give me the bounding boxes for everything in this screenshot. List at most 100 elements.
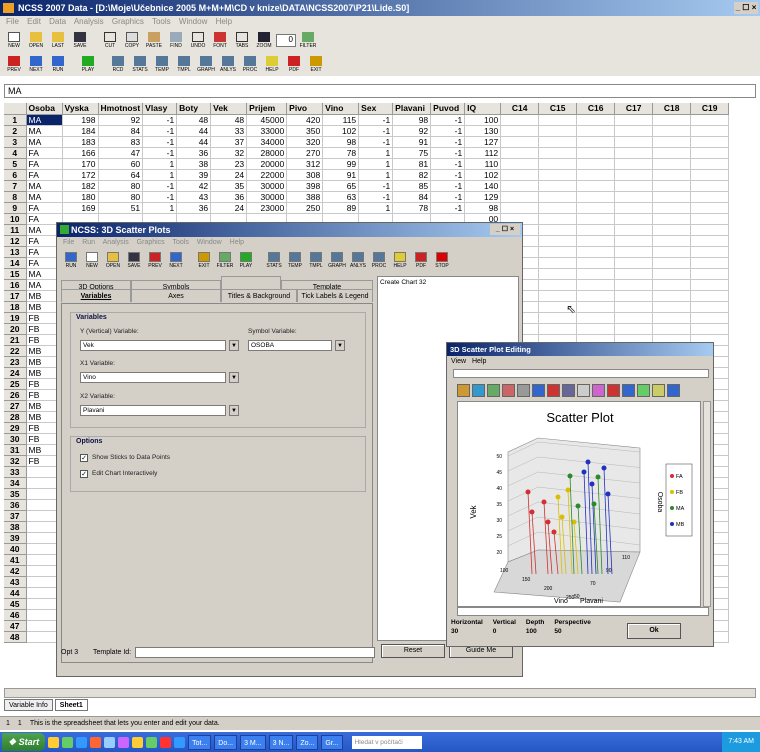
exit-button[interactable]: EXIT: [306, 54, 326, 74]
undo-button[interactable]: UNDO: [188, 30, 208, 50]
tab-axes[interactable]: Axes: [131, 289, 221, 302]
data-cell[interactable]: 84: [98, 125, 144, 137]
paste-button[interactable]: PASTE: [144, 30, 164, 50]
data-cell[interactable]: [652, 257, 692, 269]
row-number[interactable]: 16: [4, 279, 27, 291]
data-cell[interactable]: [652, 323, 692, 335]
scatter-menu-run[interactable]: Run: [82, 239, 95, 246]
data-cell[interactable]: 99: [322, 158, 360, 170]
data-cell[interactable]: [538, 323, 578, 335]
menu-graphics[interactable]: Graphics: [112, 17, 144, 26]
scatter-toolbar-button-stop[interactable]: STOP: [432, 250, 452, 270]
row-number[interactable]: 6: [4, 169, 27, 181]
row-number[interactable]: 22: [4, 345, 27, 357]
data-cell[interactable]: 115: [322, 114, 360, 126]
data-cell[interactable]: [538, 202, 578, 214]
data-cell[interactable]: 92: [392, 125, 432, 137]
quicklaunch-icon-7[interactable]: [132, 736, 144, 748]
row-number[interactable]: 5: [4, 158, 27, 170]
data-cell[interactable]: [690, 191, 730, 203]
chart-tool-12-icon[interactable]: [622, 383, 635, 397]
data-cell[interactable]: [500, 136, 540, 148]
data-cell[interactable]: 1: [142, 202, 178, 214]
data-cell[interactable]: 102: [464, 169, 502, 181]
data-cell[interactable]: [500, 158, 540, 170]
data-cell[interactable]: [576, 290, 616, 302]
edit-chart-checkbox[interactable]: ✓: [80, 470, 88, 478]
data-cell[interactable]: -1: [430, 114, 466, 126]
data-cell[interactable]: 78: [322, 147, 360, 159]
scatter-toolbar-button-tmpl[interactable]: TMPL: [306, 250, 326, 270]
row-number[interactable]: 28: [4, 411, 27, 423]
data-cell[interactable]: [538, 169, 578, 181]
scatter-menu-window[interactable]: Window: [197, 239, 222, 246]
row-number[interactable]: 48: [4, 631, 27, 643]
quicklaunch-icon-5[interactable]: [104, 736, 116, 748]
data-cell[interactable]: [614, 180, 654, 192]
data-cell[interactable]: 30000: [246, 191, 288, 203]
show-sticks-checkbox[interactable]: ✓: [80, 454, 88, 462]
window-controls[interactable]: _ ☐ ×: [734, 2, 758, 14]
data-cell[interactable]: -1: [358, 191, 394, 203]
data-cell[interactable]: 24: [210, 202, 248, 214]
data-cell[interactable]: 34000: [246, 136, 288, 148]
scatter-toolbar-button-help[interactable]: HELP: [390, 250, 410, 270]
data-cell[interactable]: 33000: [246, 125, 288, 137]
row-number[interactable]: 41: [4, 554, 27, 566]
chart-tool-14-icon[interactable]: [652, 383, 665, 397]
data-cell[interactable]: 1: [142, 169, 178, 181]
menu-window[interactable]: Window: [179, 17, 207, 26]
data-cell[interactable]: [614, 268, 654, 280]
task-1[interactable]: Tot...: [188, 734, 212, 750]
data-cell[interactable]: [652, 268, 692, 280]
data-cell[interactable]: 110: [464, 158, 502, 170]
chart-vertical-scrollbar[interactable]: [703, 401, 711, 607]
data-cell[interactable]: [500, 202, 540, 214]
data-cell[interactable]: [690, 169, 730, 181]
quicklaunch-icon-2[interactable]: [62, 736, 74, 748]
data-cell[interactable]: [576, 202, 616, 214]
data-cell[interactable]: 102: [322, 125, 360, 137]
data-cell[interactable]: [690, 125, 730, 137]
row-number[interactable]: 31: [4, 444, 27, 456]
start-button[interactable]: ❖ Start: [2, 733, 46, 751]
data-cell[interactable]: 184: [62, 125, 99, 137]
column-header[interactable]: Osoba: [26, 103, 63, 115]
prev-button[interactable]: PREV: [4, 54, 24, 74]
data-cell[interactable]: 80: [98, 191, 144, 203]
y-variable-input[interactable]: Vek: [80, 340, 226, 351]
data-cell[interactable]: 1: [142, 158, 178, 170]
data-cell[interactable]: [576, 312, 616, 324]
data-cell[interactable]: -1: [430, 191, 466, 203]
data-cell[interactable]: 92: [98, 114, 144, 126]
data-cell[interactable]: FA: [26, 202, 63, 214]
row-number[interactable]: 24: [4, 367, 27, 379]
column-header[interactable]: Puvod: [430, 103, 466, 115]
scatter-toolbar-button-filter[interactable]: FILTER: [215, 250, 235, 270]
row-number[interactable]: 14: [4, 257, 27, 269]
tmpl-button[interactable]: TMPL: [174, 54, 194, 74]
data-cell[interactable]: 112: [464, 147, 502, 159]
run-button[interactable]: RUN: [48, 54, 68, 74]
data-cell[interactable]: [652, 202, 692, 214]
column-header[interactable]: C14: [500, 103, 540, 115]
data-cell[interactable]: -1: [430, 169, 466, 181]
data-cell[interactable]: [576, 268, 616, 280]
scatter-toolbar-button-exit[interactable]: EXIT: [194, 250, 214, 270]
row-number[interactable]: 13: [4, 246, 27, 258]
chart-tool-10-icon[interactable]: [592, 383, 605, 397]
row-number[interactable]: 26: [4, 389, 27, 401]
horizontal-scrollbar[interactable]: [4, 688, 756, 698]
data-cell[interactable]: MA: [26, 125, 63, 137]
data-cell[interactable]: [690, 180, 730, 192]
data-cell[interactable]: [690, 114, 730, 126]
row-number[interactable]: 20: [4, 323, 27, 335]
template-list-item[interactable]: Create Chart 32: [378, 277, 518, 288]
data-cell[interactable]: [652, 191, 692, 203]
data-cell[interactable]: 44: [176, 136, 212, 148]
data-cell[interactable]: 28000: [246, 147, 288, 159]
data-cell[interactable]: [576, 158, 616, 170]
data-cell[interactable]: [500, 169, 540, 181]
data-cell[interactable]: [576, 224, 616, 236]
chart-tool-13-icon[interactable]: [637, 383, 650, 397]
